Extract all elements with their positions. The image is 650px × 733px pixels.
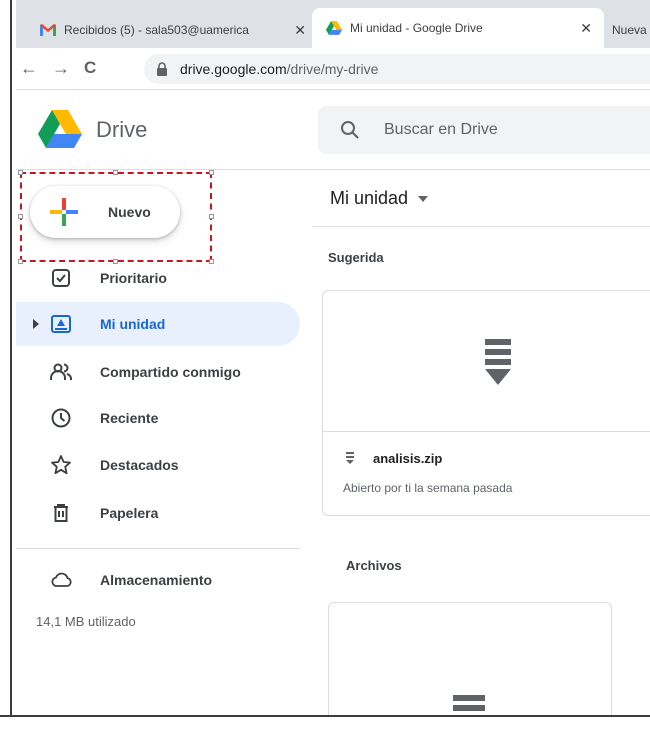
sidebar-item-label: Prioritario xyxy=(100,270,167,286)
lock-icon xyxy=(157,62,167,76)
resize-handle xyxy=(209,214,214,219)
sidebar-item-shared[interactable]: Compartido conmigo xyxy=(12,350,300,394)
sidebar-item-recent[interactable]: Reciente xyxy=(12,396,300,440)
sidebar-item-label: Reciente xyxy=(100,410,159,426)
close-tab-icon[interactable]: ✕ xyxy=(580,20,592,37)
zip-icon xyxy=(346,452,354,464)
forward-arrow-icon[interactable]: → xyxy=(52,58,70,79)
browser-toolbar: ← → C drive.google.com/drive/my-drive xyxy=(12,48,650,90)
tab-title: Recibidos (5) - sala503@uamerica xyxy=(64,23,249,37)
file-name: analisis.zip xyxy=(373,451,443,466)
drive-header: Drive Buscar en Drive xyxy=(12,90,650,170)
sidebar-divider xyxy=(12,548,300,549)
url-path: /drive/my-drive xyxy=(286,61,379,77)
suggested-file-card[interactable]: analisis.zip Abierto por ti la semana pa… xyxy=(322,290,650,516)
drive-icon xyxy=(326,20,342,36)
shared-people-icon xyxy=(50,363,72,380)
section-label-suggested: Sugerida xyxy=(328,250,384,265)
tab-gmail[interactable]: Recibidos (5) - sala503@uamerica ✕ xyxy=(26,12,316,48)
sidebar-item-trash[interactable]: Papelera xyxy=(12,491,300,535)
address-bar[interactable]: drive.google.com/drive/my-drive xyxy=(144,54,650,84)
search-input[interactable]: Buscar en Drive xyxy=(318,106,650,154)
page-title-text: Mi unidad xyxy=(330,188,409,208)
sidebar-item-starred[interactable]: Destacados xyxy=(12,443,300,487)
resize-handle xyxy=(18,170,23,175)
storage-used: 14,1 MB utilizado xyxy=(36,614,136,629)
close-tab-icon[interactable]: ✕ xyxy=(294,22,306,39)
tab-drive[interactable]: Mi unidad - Google Drive ✕ xyxy=(312,8,604,48)
tab-title: Nueva p xyxy=(612,23,650,37)
sidebar-item-label: Destacados xyxy=(100,457,179,473)
card-divider xyxy=(323,431,650,432)
window-frame-bottom xyxy=(0,715,650,733)
main-content: Mi unidad Sugerida analisis.zip Abierto … xyxy=(312,170,650,732)
selection-highlight xyxy=(18,170,214,264)
page-title[interactable]: Mi unidad xyxy=(330,188,429,209)
star-icon xyxy=(51,455,71,475)
gmail-icon xyxy=(40,22,56,38)
resize-handle xyxy=(209,170,214,175)
sidebar-item-my-drive[interactable]: Mi unidad xyxy=(12,302,300,346)
trash-icon xyxy=(54,504,68,522)
section-label-files: Archivos xyxy=(346,558,402,573)
app-name: Drive xyxy=(96,117,148,142)
search-icon[interactable] xyxy=(340,120,360,140)
reload-icon[interactable]: C xyxy=(84,58,96,78)
sidebar: Nuevo Prioritario Mi unidad Compartido c… xyxy=(12,170,312,715)
priority-checkbox-icon xyxy=(52,269,70,287)
resize-handle xyxy=(18,214,23,219)
chevron-down-icon[interactable] xyxy=(418,195,429,202)
sidebar-item-label: Compartido conmigo xyxy=(100,364,241,380)
sidebar-item-priority[interactable]: Prioritario xyxy=(12,256,300,300)
zip-file-icon xyxy=(485,339,511,385)
cloud-icon xyxy=(51,572,72,587)
expand-caret-icon[interactable] xyxy=(32,319,40,329)
window-frame-left xyxy=(0,0,16,733)
tab-title: Mi unidad - Google Drive xyxy=(350,21,483,35)
search-placeholder: Buscar en Drive xyxy=(384,121,498,138)
zip-file-icon xyxy=(453,695,485,711)
url-host: drive.google.com xyxy=(180,61,287,77)
title-divider xyxy=(312,226,650,227)
sidebar-item-label: Almacenamiento xyxy=(100,572,213,588)
tab-new[interactable]: Nueva p xyxy=(598,12,650,48)
sidebar-item-storage[interactable]: Almacenamiento xyxy=(12,558,300,602)
file-subtitle: Abierto por ti la semana pasada xyxy=(343,481,513,495)
drive-logo-icon[interactable] xyxy=(38,110,82,148)
resize-handle xyxy=(113,170,118,175)
file-card[interactable] xyxy=(328,602,612,732)
clock-icon xyxy=(51,408,71,428)
sidebar-item-label: Papelera xyxy=(100,505,159,521)
my-drive-icon xyxy=(51,315,71,333)
back-arrow-icon[interactable]: ← xyxy=(20,58,38,79)
sidebar-item-label: Mi unidad xyxy=(100,316,166,332)
